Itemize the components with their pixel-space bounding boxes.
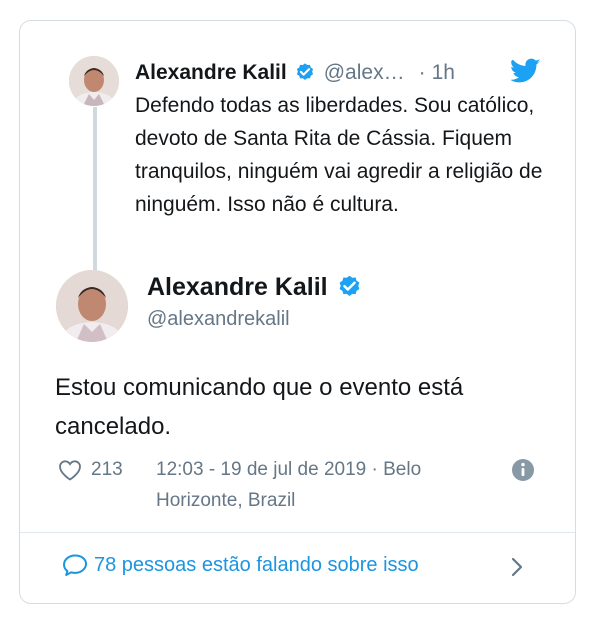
reply-tweet-text: Defendo todas as liberdades. Sou católic… [135, 94, 543, 216]
main-author-handle[interactable]: @alexandrekalil [147, 308, 290, 331]
verified-badge-icon [294, 62, 316, 84]
reply-author-avatar[interactable] [69, 56, 119, 106]
chevron-right-icon[interactable] [508, 555, 526, 579]
main-tweet-text: Estou comunicando que o evento está canc… [55, 374, 464, 440]
reply-author-handle[interactable]: @alex… [324, 61, 405, 85]
footer-divider [20, 532, 575, 533]
main-author-avatar[interactable] [56, 270, 128, 342]
tweet-timestamp-line1[interactable]: 12:03 - 19 de jul de 2019 · Belo [156, 454, 421, 485]
tweet-timestamp-line2[interactable]: Horizonte, Brazil [156, 485, 295, 516]
heart-icon [58, 459, 82, 481]
info-icon[interactable] [511, 458, 535, 482]
twitter-bird-icon[interactable] [510, 58, 541, 84]
main-author-name[interactable]: Alexandre Kalil [147, 273, 328, 302]
like-count: 213 [91, 458, 123, 480]
like-button[interactable]: 213 [58, 454, 123, 485]
verified-badge-icon [336, 274, 363, 301]
conversation-label: 78 pessoas estão falando sobre isso [94, 553, 419, 576]
conversation-link[interactable]: 78 pessoas estão falando sobre isso [62, 553, 419, 577]
reply-time[interactable]: 1h [432, 61, 455, 85]
time-separator: · [418, 61, 426, 84]
thread-connector-line [93, 107, 97, 282]
embedded-tweet-card: Alexandre Kalil @alex… · 1h Defendo toda… [19, 20, 576, 604]
speech-bubble-icon [62, 553, 88, 577]
reply-author-name[interactable]: Alexandre Kalil [135, 61, 287, 85]
